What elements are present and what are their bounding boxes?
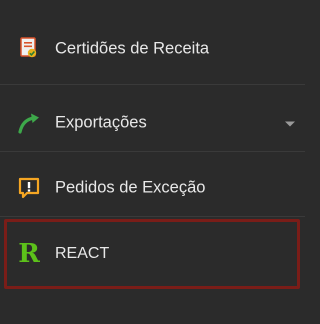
certificate-document-icon <box>16 36 42 62</box>
menu-item-label: Certidões de Receita <box>55 39 210 58</box>
chevron-down-icon[interactable] <box>285 121 295 127</box>
divider <box>0 151 305 152</box>
sidebar-menu: Certidões de Receita Exportações Pedidos… <box>0 0 305 324</box>
menu-item-certidoes-de-receita[interactable]: Certidões de Receita <box>0 18 305 80</box>
menu-item-label: Exportações <box>55 113 147 132</box>
menu-item-exportacoes[interactable]: Exportações <box>0 92 305 154</box>
menu-item-react[interactable]: R REACT <box>0 223 305 285</box>
export-arrow-icon <box>16 110 42 136</box>
menu-item-pedidos-de-excecao[interactable]: Pedidos de Exceção <box>0 157 305 219</box>
menu-item-label: Pedidos de Exceção <box>55 178 206 197</box>
exception-alert-icon <box>16 175 42 201</box>
react-logo-icon: R <box>18 239 40 269</box>
divider <box>0 216 305 217</box>
menu-item-label: REACT <box>55 245 110 262</box>
divider <box>0 84 305 85</box>
